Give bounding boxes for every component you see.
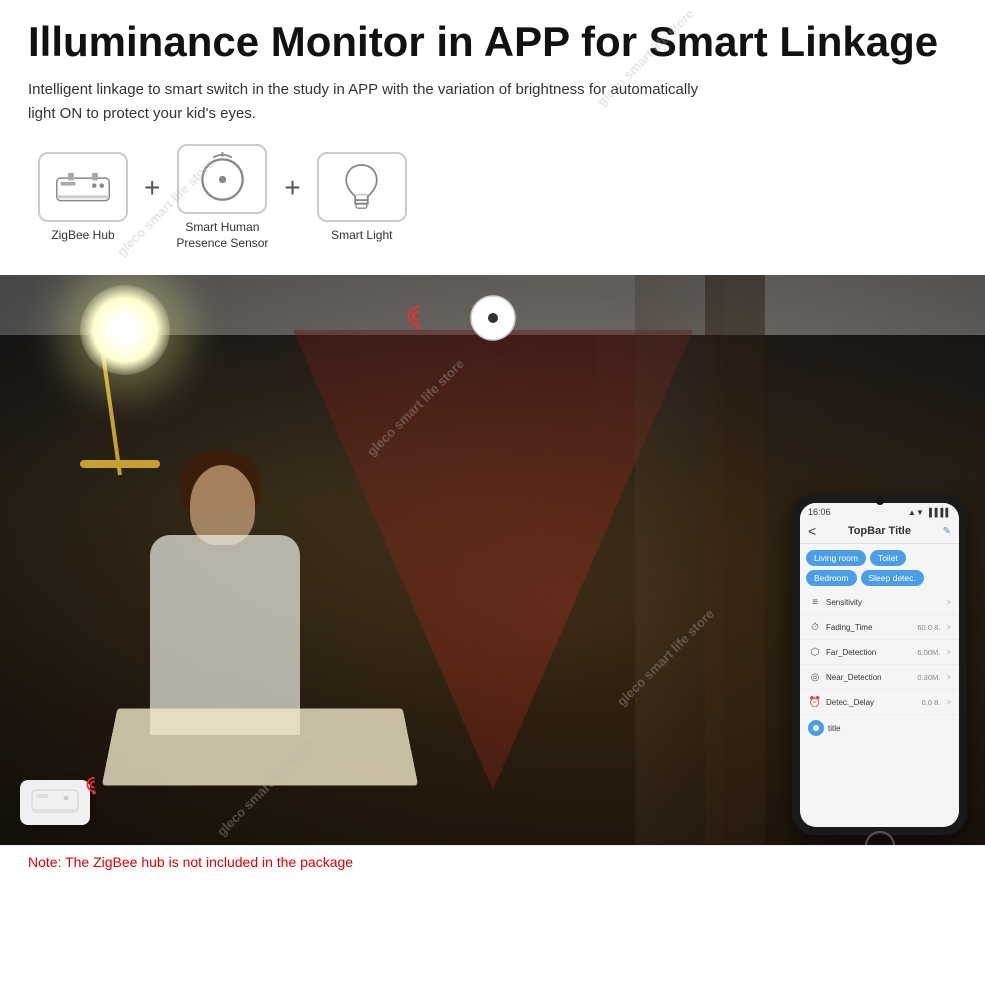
zigbee-hub-label: ZigBee Hub xyxy=(51,228,114,244)
setting-row-sensitivity: ≡ Sensitivity > xyxy=(800,590,959,615)
sensitivity-icon: ≡ xyxy=(808,595,822,609)
phone-screen: 16:06 ▲▼ ▐▐▐ ▌ < TopBar Title ✎ Living r… xyxy=(800,503,959,827)
smart-light-icon-item: Smart Light xyxy=(317,152,407,244)
far-detection-name: Far_Detection xyxy=(826,648,913,657)
fading-time-name: Fading_Time xyxy=(826,623,913,632)
zigbee-hub-icon-box xyxy=(38,152,128,222)
phone-mockup: 16:06 ▲▼ ▐▐▐ ▌ < TopBar Title ✎ Living r… xyxy=(792,495,967,835)
hub-box xyxy=(20,780,90,825)
note-text: Note: The ZigBee hub is not included in … xyxy=(28,854,353,870)
detec-delay-name: Detec._Delay xyxy=(826,698,918,707)
book-shape xyxy=(102,709,418,786)
toggle-row: title xyxy=(800,715,959,741)
smart-light-svg xyxy=(339,160,384,215)
fading-time-arrow: > xyxy=(946,623,951,632)
room-btn-living-room[interactable]: Living room xyxy=(806,550,866,566)
toggle-label: title xyxy=(828,724,951,733)
zigbee-hub-svg xyxy=(53,165,113,210)
product-icons-row: ZigBee Hub + Smart Human Presence Sensor… xyxy=(28,144,957,251)
fading-time-icon: ⏱ xyxy=(808,620,822,634)
toggle-icon xyxy=(811,723,821,733)
person-shape xyxy=(50,415,450,845)
detec-delay-icon: ⏰ xyxy=(808,695,822,709)
top-section: Illuminance Monitor in APP for Smart Lin… xyxy=(0,0,985,275)
near-detection-icon: ◎ xyxy=(808,670,822,684)
plus-sign-2: + xyxy=(284,172,300,224)
room-btn-sleep[interactable]: Sleep detec. xyxy=(861,570,924,586)
phone-home-button[interactable] xyxy=(865,831,895,845)
phone-time: 16:06 xyxy=(808,507,831,517)
sensor-device xyxy=(463,293,523,348)
zigbee-signal-top-icon xyxy=(403,303,433,339)
smart-light-icon-box xyxy=(317,152,407,222)
phone-nav-bar: < TopBar Title ✎ xyxy=(800,519,959,544)
setting-row-detec-delay: ⏰ Detec._Delay 0.0 8. > xyxy=(800,690,959,715)
presence-sensor-icon-item: Smart Human Presence Sensor xyxy=(176,144,268,251)
smart-light-label: Smart Light xyxy=(331,228,392,244)
setting-row-far-detection: ⬡ Far_Detection 6.00M. > xyxy=(800,640,959,665)
presence-sensor-svg xyxy=(195,152,250,207)
presence-sensor-label: Smart Human Presence Sensor xyxy=(176,220,268,251)
fading-time-value: 60.0 8. xyxy=(917,623,940,632)
setting-row-fading-time: ⏱ Fading_Time 60.0 8. > xyxy=(800,615,959,640)
near-detection-arrow: > xyxy=(946,673,951,682)
detec-delay-arrow: > xyxy=(946,698,951,707)
room-btn-bedroom[interactable]: Bedroom xyxy=(806,570,857,586)
room-btn-toilet[interactable]: Toilet xyxy=(870,550,906,566)
plus-sign-1: + xyxy=(144,172,160,224)
zigbee-signal-bottom-icon xyxy=(83,775,105,802)
phone-back-button[interactable]: < xyxy=(808,523,816,539)
phone-edit-button[interactable]: ✎ xyxy=(943,526,951,537)
sensor-device-svg xyxy=(463,293,523,343)
phone-camera xyxy=(876,497,884,505)
near-detection-value: 0.30M. xyxy=(917,673,940,682)
far-detection-arrow: > xyxy=(946,648,951,657)
far-detection-value: 6.00M. xyxy=(917,648,940,657)
presence-sensor-icon-box xyxy=(177,144,267,214)
sensitivity-arrow: > xyxy=(946,598,951,607)
lamp-base xyxy=(80,460,160,468)
phone-nav-title: TopBar Title xyxy=(820,525,938,537)
person-body xyxy=(150,535,300,735)
lamp-light xyxy=(80,285,170,375)
near-detection-name: Near_Detection xyxy=(826,673,913,682)
phone-room-buttons: Living room Toilet Bedroom Sleep detec. xyxy=(800,544,959,588)
far-detection-icon: ⬡ xyxy=(808,645,822,659)
detec-delay-value: 0.0 8. xyxy=(922,698,941,707)
note-bar: Note: The ZigBee hub is not included in … xyxy=(0,845,985,880)
page-title: Illuminance Monitor in APP for Smart Lin… xyxy=(28,18,957,66)
setting-row-near-detection: ◎ Near_Detection 0.30M. > xyxy=(800,665,959,690)
phone-settings-list: ≡ Sensitivity > ⏱ Fading_Time 60.0 8. > … xyxy=(800,588,959,827)
zigbee-hub-icon-item: ZigBee Hub xyxy=(38,152,128,244)
person-head xyxy=(190,465,255,545)
hub-device-bottom xyxy=(20,780,90,825)
phone-icons: ▲▼ ▐▐▐ ▌ xyxy=(908,508,951,517)
sensitivity-name: Sensitivity xyxy=(826,598,936,607)
hub-box-svg xyxy=(30,785,80,820)
phone-status-bar: 16:06 ▲▼ ▐▐▐ ▌ xyxy=(800,503,959,519)
main-image-area: 16:06 ▲▼ ▐▐▐ ▌ < TopBar Title ✎ Living r… xyxy=(0,275,985,845)
toggle-circle[interactable] xyxy=(808,720,824,736)
page-subtitle: Intelligent linkage to smart switch in t… xyxy=(28,78,728,126)
